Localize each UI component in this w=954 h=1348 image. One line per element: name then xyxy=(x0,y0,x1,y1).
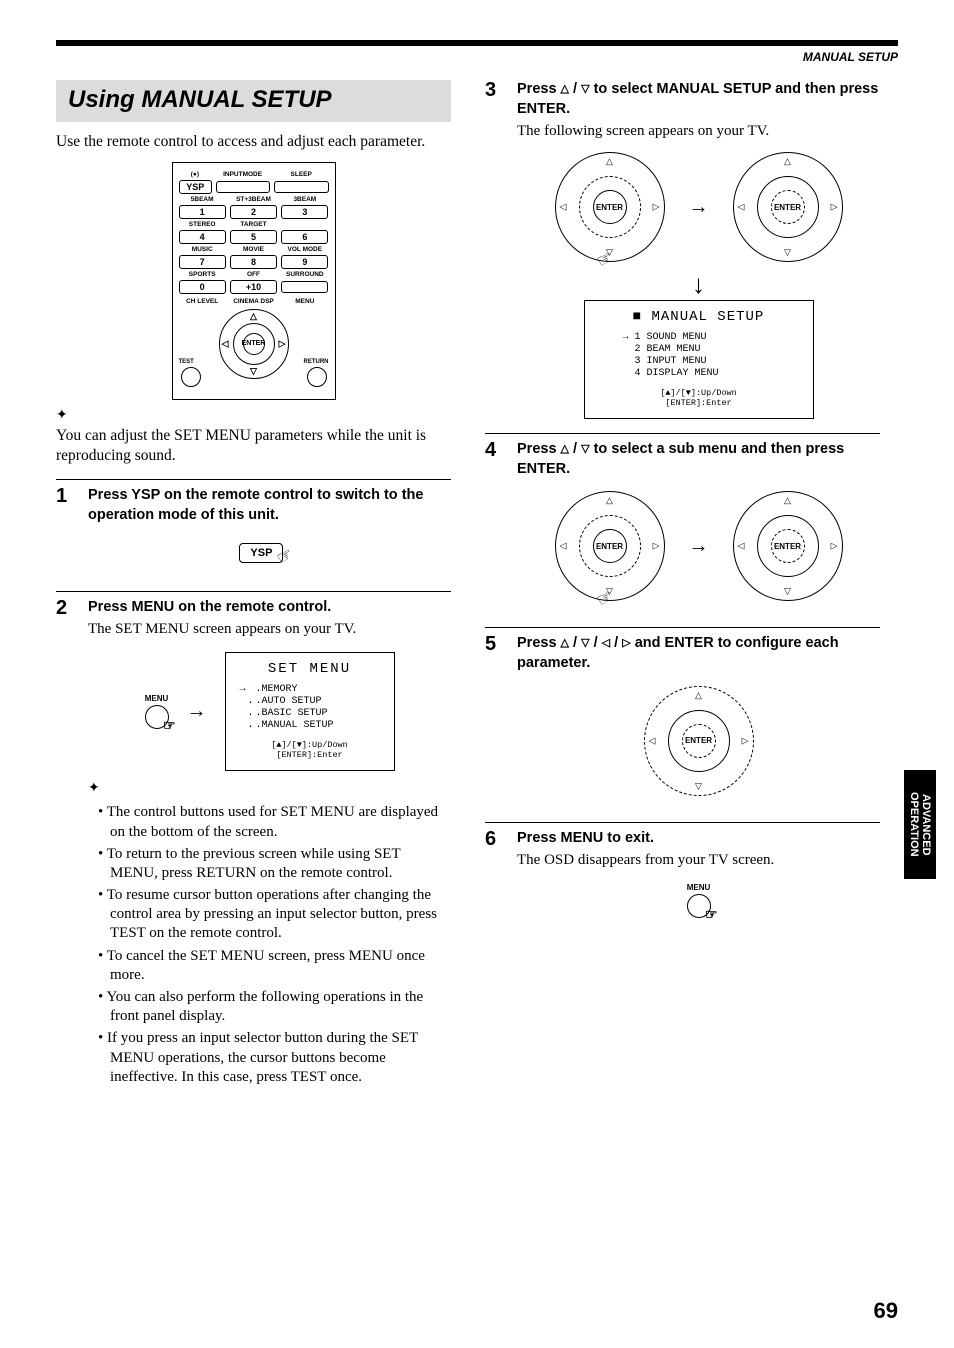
dpad-figure-updown: ENTER △▽◁▷ ☞ xyxy=(555,491,665,601)
step-number: 3 xyxy=(485,80,503,419)
step-4: 4 Press △ / ▽ to select a sub menu and t… xyxy=(485,433,880,613)
step-3-heading: Press △ / ▽ to select MANUAL SETUP and t… xyxy=(517,80,880,119)
bullet-item: To resume cursor button operations after… xyxy=(110,886,451,944)
page-number: 69 xyxy=(874,1298,898,1324)
return-button xyxy=(307,367,327,387)
dpad-figure-enter: ENTER △▽◁▷ xyxy=(733,152,843,262)
bullet-item: To cancel the SET MENU screen, press MEN… xyxy=(110,947,451,985)
remote-ysp-button: YSP xyxy=(179,180,212,194)
remote-diagram: (●) INPUTMODE SLEEP YSP 5BEAMST+3BEAM3BE… xyxy=(172,162,336,400)
top-black-bar xyxy=(56,40,898,46)
step-number: 1 xyxy=(56,486,74,576)
arrow-right-icon: → xyxy=(689,196,709,219)
step-2-bullets: The control buttons used for SET MENU ar… xyxy=(88,803,451,1087)
step-5-heading: Press △ / ▽ / ◁ / ▷ and ENTER to configu… xyxy=(517,634,880,673)
intro-text: Use the remote control to access and adj… xyxy=(56,132,451,152)
step-3-sub: The following screen appears on your TV. xyxy=(517,123,880,140)
bullet-item: To return to the previous screen while u… xyxy=(110,845,451,883)
step-3: 3 Press △ / ▽ to select MANUAL SETUP and… xyxy=(485,80,880,419)
step-number: 5 xyxy=(485,634,503,807)
step-1-heading: Press YSP on the remote control to switc… xyxy=(88,486,451,525)
menu-button-figure: MENU xyxy=(145,694,169,729)
step-2-heading: Press MENU on the remote control. xyxy=(88,598,451,618)
tip-icon xyxy=(56,406,451,424)
dpad-figure-all: ENTER △▽◁▷ xyxy=(644,686,754,796)
manual-setup-screen: ■ MANUAL SETUP → 1 SOUND MENU 2 BEAM MEN… xyxy=(584,300,814,419)
step-1: 1 Press YSP on the remote control to swi… xyxy=(56,479,451,576)
side-tab: ADVANCEDOPERATION xyxy=(904,770,936,879)
step-6-heading: Press MENU to exit. xyxy=(517,829,880,849)
step-4-heading: Press △ / ▽ to select a sub menu and the… xyxy=(517,440,880,479)
bullet-item: If you press an input selector button du… xyxy=(110,1029,451,1087)
set-menu-screen: SET MENU .MEMORY .AUTO SETUP .BASIC SETU… xyxy=(225,652,395,771)
step-2: 2 Press MENU on the remote control. The … xyxy=(56,591,451,1090)
section-title: Using MANUAL SETUP xyxy=(68,86,439,114)
enter-button: ENTER xyxy=(243,333,265,355)
step-number: 4 xyxy=(485,440,503,613)
left-column: Using MANUAL SETUP Use the remote contro… xyxy=(56,80,451,1090)
tip-icon xyxy=(88,779,451,797)
dpad-figure-enter: ENTER △▽◁▷ xyxy=(733,491,843,601)
menu-button-figure: MENU xyxy=(517,883,880,918)
bullet-item: You can also perform the following opera… xyxy=(110,988,451,1026)
tip-text-1: You can adjust the SET MENU parameters w… xyxy=(56,426,451,466)
dpad-figure-updown: ENTER △▽◁▷ ☞ xyxy=(555,152,665,262)
test-button xyxy=(181,367,201,387)
step-number: 2 xyxy=(56,598,74,1090)
step-5: 5 Press △ / ▽ / ◁ / ▷ and ENTER to confi… xyxy=(485,627,880,807)
arrow-down-icon: ↓ xyxy=(517,270,880,300)
step-6: 6 Press MENU to exit. The OSD disappears… xyxy=(485,822,880,933)
round-button-icon xyxy=(145,705,169,729)
right-column: 3 Press △ / ▽ to select MANUAL SETUP and… xyxy=(485,80,880,1090)
step-number: 6 xyxy=(485,829,503,933)
bullet-item: The control buttons used for SET MENU ar… xyxy=(110,803,451,841)
step-6-sub: The OSD disappears from your TV screen. xyxy=(517,852,880,869)
remote-dpad: ENTER △▽◁▷ xyxy=(219,309,289,379)
arrow-right-icon: → xyxy=(689,535,709,558)
step-2-sub: The SET MENU screen appears on your TV. xyxy=(88,621,451,638)
round-button-icon xyxy=(687,894,711,918)
two-column-layout: Using MANUAL SETUP Use the remote contro… xyxy=(56,80,898,1090)
header-section-label: MANUAL SETUP xyxy=(56,50,898,64)
section-title-bar: Using MANUAL SETUP xyxy=(56,80,451,122)
arrow-right-icon: → xyxy=(187,700,207,723)
